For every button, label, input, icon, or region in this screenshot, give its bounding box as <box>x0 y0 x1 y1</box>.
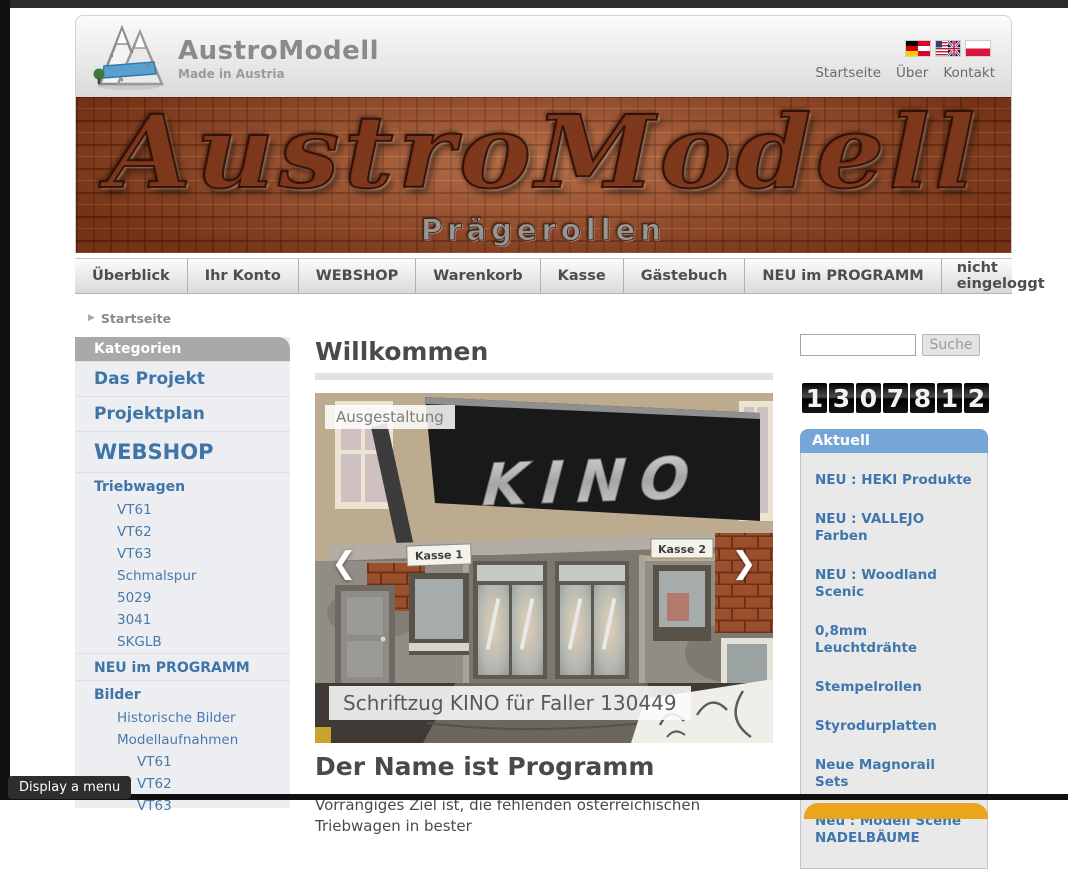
counter-digit: 1 <box>937 383 962 413</box>
window-edge-bottom <box>0 794 1068 800</box>
mountain-train-logo-icon <box>92 22 166 96</box>
sidebar-item-bilder-vt61[interactable]: VT61 <box>75 751 290 773</box>
sidebar-item-schmalspur[interactable]: Schmalspur <box>75 565 290 587</box>
polish-flag-icon[interactable] <box>965 40 991 57</box>
image-carousel: KINO <box>315 393 773 743</box>
carousel-caption: Schriftzug KINO für Faller 130449 <box>329 686 691 720</box>
page: AustroModell Made in Austria <box>0 0 1068 800</box>
nav-kasse[interactable]: Kasse <box>541 259 624 293</box>
banner-subtitle: Prägerollen <box>76 213 1011 247</box>
nav-warenkorb[interactable]: Warenkorb <box>416 259 540 293</box>
svg-text:Kasse 2: Kasse 2 <box>658 543 706 556</box>
svg-text:Kasse 1: Kasse 1 <box>415 548 463 563</box>
aktuell-link-leuchtdraehte[interactable]: 0,8mm Leuchtdrähte <box>801 612 987 668</box>
categories-sidebar: Kategorien Das Projekt Projektplan WEBSH… <box>75 337 290 808</box>
sidebar-item-historische-bilder[interactable]: Historische Bilder <box>75 707 290 729</box>
intro-paragraph: Vorrangiges Ziel ist, die fehlenden öste… <box>315 795 773 837</box>
side-door <box>335 585 395 689</box>
sidebar-item-vt61[interactable]: VT61 <box>75 499 290 521</box>
nav-gaestebuch[interactable]: Gästebuch <box>624 259 746 293</box>
sidebar-header: Kategorien <box>75 337 290 361</box>
main-nav: Überblick Ihr Konto WEBSHOP Warenkorb Ka… <box>75 258 1012 294</box>
page-title: Willkommen <box>315 337 773 366</box>
entrance-door-left <box>473 561 547 679</box>
nav-neu-im-programm[interactable]: NEU im PROGRAMM <box>745 259 941 293</box>
search-button[interactable]: Suche <box>922 334 980 356</box>
visitor-counter: 1 3 0 7 8 1 2 <box>802 383 989 413</box>
kasse1-sign: Kasse 1 <box>407 544 472 566</box>
aktuell-link-heki[interactable]: NEU : HEKI Produkte <box>801 461 987 500</box>
sidebar-item-3041[interactable]: 3041 <box>75 609 290 631</box>
header-links: Startseite Über Kontakt <box>815 65 995 81</box>
aktuell-link-stempelrollen[interactable]: Stempelrollen <box>801 668 987 707</box>
search-input[interactable] <box>800 334 916 356</box>
carousel-next-icon[interactable]: ❯ <box>727 543 761 583</box>
logo-title: AustroModell <box>178 36 379 66</box>
kino-sign-text: KINO <box>481 444 706 520</box>
sidebar-item-vt63[interactable]: VT63 <box>75 543 290 565</box>
language-flags <box>905 40 991 57</box>
sidebar-item-projektplan[interactable]: Projektplan <box>75 396 290 431</box>
nav-ihr-konto[interactable]: Ihr Konto <box>188 259 299 293</box>
promo-box-top <box>804 803 988 819</box>
sidebar-item-modellaufnahmen[interactable]: Modellaufnahmen <box>75 729 290 751</box>
sidebar-item-vt62[interactable]: VT62 <box>75 521 290 543</box>
logo-subtitle: Made in Austria <box>178 67 379 81</box>
logo-link[interactable]: AustroModell Made in Austria <box>92 22 342 94</box>
header-link-kontakt[interactable]: Kontakt <box>943 65 995 81</box>
english-flag-icon[interactable] <box>935 40 961 57</box>
aktuell-header: Aktuell <box>800 429 988 453</box>
sidebar-item-das-projekt[interactable]: Das Projekt <box>75 361 290 396</box>
counter-digit: 3 <box>829 383 854 413</box>
brick-banner: AustroModell Prägerollen <box>75 97 1012 253</box>
header-link-ueber[interactable]: Über <box>896 65 928 81</box>
sidebar-item-bilder[interactable]: Bilder <box>75 680 290 707</box>
right-column: Suche 1 3 0 7 8 1 2 Aktuell NEU : HEKI P… <box>800 334 995 356</box>
display-a-menu-tooltip: Display a menu <box>8 776 131 799</box>
counter-digit: 7 <box>883 383 908 413</box>
aktuell-link-styrodur[interactable]: Styrodurplatten <box>801 707 987 746</box>
kasse2-sign: Kasse 2 <box>651 539 713 558</box>
banner-title: AustroModell <box>75 97 1012 211</box>
section-title: Der Name ist Programm <box>315 752 654 781</box>
login-status: nicht eingeloggt <box>942 259 1060 293</box>
nav-webshop[interactable]: WEBSHOP <box>299 259 416 293</box>
sidebar-item-5029[interactable]: 5029 <box>75 587 290 609</box>
counter-digit: 8 <box>910 383 935 413</box>
search-row: Suche <box>800 334 995 356</box>
sidebar-item-triebwagen[interactable]: Triebwagen <box>75 472 290 499</box>
counter-digit: 1 <box>802 383 827 413</box>
counter-digit: 0 <box>856 383 881 413</box>
top-header: AustroModell Made in Austria <box>75 15 1012 97</box>
german-austrian-flag-icon[interactable] <box>905 40 931 57</box>
header-link-startseite[interactable]: Startseite <box>815 65 881 81</box>
window-edge-top <box>0 0 1068 8</box>
title-rule <box>315 373 773 380</box>
counter-digit: 2 <box>964 383 989 413</box>
window-edge-left <box>0 0 10 800</box>
nav-ueberblick[interactable]: Überblick <box>75 259 188 293</box>
aktuell-link-vallejo[interactable]: NEU : VALLEJO Farben <box>801 500 987 556</box>
breadcrumb-arrow-icon: ▶ <box>88 313 95 323</box>
carousel-prev-icon[interactable]: ❮ <box>327 543 361 583</box>
sidebar-item-neu-im-programm[interactable]: NEU im PROGRAMM <box>75 653 290 680</box>
breadcrumb: ▶ Startseite <box>75 300 1012 336</box>
carousel-category-label: Ausgestaltung <box>325 405 455 429</box>
logo-text: AustroModell Made in Austria <box>178 36 379 81</box>
entrance-door-right <box>555 561 629 679</box>
sidebar-item-webshop[interactable]: WEBSHOP <box>75 431 290 472</box>
breadcrumb-startseite[interactable]: Startseite <box>101 311 171 326</box>
aktuell-link-woodland[interactable]: NEU : Woodland Scenic <box>801 556 987 612</box>
sidebar-item-skglb[interactable]: SKGLB <box>75 631 290 653</box>
main-column: Willkommen <box>315 337 773 380</box>
